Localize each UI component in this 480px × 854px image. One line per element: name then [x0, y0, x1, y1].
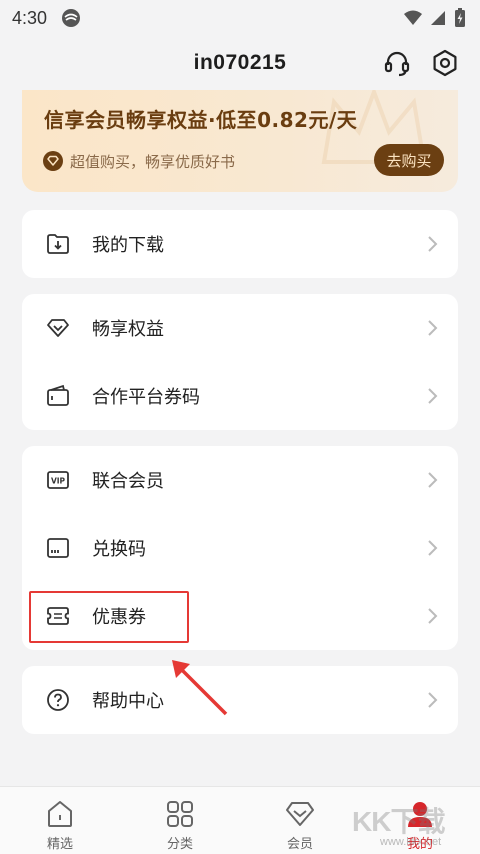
tab-label: 会员	[286, 837, 313, 852]
chevron-right-icon	[428, 540, 438, 556]
vip-banner-subtitle: 超值购买，畅享优质好书	[70, 153, 236, 171]
tab-label: 分类	[166, 837, 193, 852]
menu-item-redeem-code[interactable]: 兑换码	[22, 514, 458, 582]
status-time: 4:30	[12, 7, 48, 28]
chevron-right-icon	[428, 388, 438, 404]
page-header: in070215	[0, 36, 480, 90]
annotation-arrow-icon	[172, 660, 228, 716]
menu-item-label: 合作平台券码	[92, 387, 200, 408]
gear-icon	[433, 49, 457, 77]
customer-service-button[interactable]	[380, 46, 414, 80]
menu-card-help: 帮助中心	[22, 666, 458, 734]
coupon-highlight-box	[29, 591, 189, 643]
tab-label: 精选	[46, 837, 73, 852]
wallet-icon	[47, 384, 69, 406]
chevron-right-icon	[428, 236, 438, 252]
menu-item-label: 帮助中心	[92, 691, 164, 712]
diamond-icon	[47, 319, 69, 337]
menu-item-label: 联合会员	[92, 471, 164, 492]
menu-item-partner-codes[interactable]: 合作平台券码	[22, 362, 458, 430]
svg-text:VIP: VIP	[51, 477, 66, 486]
tab-featured[interactable]: 精选	[0, 787, 120, 854]
menu-item-help-center[interactable]: 帮助中心	[22, 666, 458, 734]
tab-categories[interactable]: 分类	[120, 787, 240, 854]
settings-button[interactable]	[428, 46, 462, 80]
redeem-card-icon	[47, 538, 69, 558]
menu-item-my-downloads[interactable]: 我的下载	[22, 210, 458, 278]
chevron-right-icon	[428, 472, 438, 488]
menu-card-benefits: 畅享权益 合作平台券码	[22, 294, 458, 430]
menu-item-label: 我的下载	[92, 235, 164, 256]
status-bar: 4:30	[0, 0, 480, 36]
watermark-url: www.kkx.net	[380, 836, 442, 848]
help-icon	[47, 689, 69, 711]
menu-card-downloads: 我的下载	[22, 210, 458, 278]
vip-promo-banner[interactable]: 信享会员畅享权益·低至0.82元/天 超值购买，畅享优质好书 去购买	[22, 90, 458, 192]
tab-membership[interactable]: 会员	[240, 787, 360, 854]
menu-item-benefits[interactable]: 畅享权益	[22, 294, 458, 362]
grid-icon	[167, 801, 193, 827]
vip-banner-title: 信享会员畅享权益·低至0.82元/天	[44, 108, 358, 132]
chevron-right-icon	[428, 320, 438, 336]
vip-badge-icon	[43, 151, 63, 171]
chevron-right-icon	[428, 692, 438, 708]
headset-icon	[384, 51, 410, 77]
menu-item-label: 畅享权益	[92, 319, 164, 340]
download-folder-icon	[47, 234, 69, 254]
chevron-right-icon	[428, 608, 438, 624]
home-icon	[48, 801, 72, 827]
vip-card-icon: VIP	[47, 471, 69, 489]
wifi-icon	[404, 10, 422, 25]
app-notification-icon	[62, 9, 81, 27]
signal-icon	[431, 11, 445, 25]
diamond-icon	[286, 802, 314, 826]
battery-icon	[455, 8, 465, 27]
status-indicators	[404, 8, 466, 28]
profile-icon	[408, 802, 432, 827]
menu-item-label: 兑换码	[92, 539, 146, 560]
menu-item-joint-membership[interactable]: VIP 联合会员	[22, 446, 458, 514]
buy-vip-button[interactable]: 去购买	[374, 144, 444, 176]
username-title: in070215	[193, 51, 287, 74]
